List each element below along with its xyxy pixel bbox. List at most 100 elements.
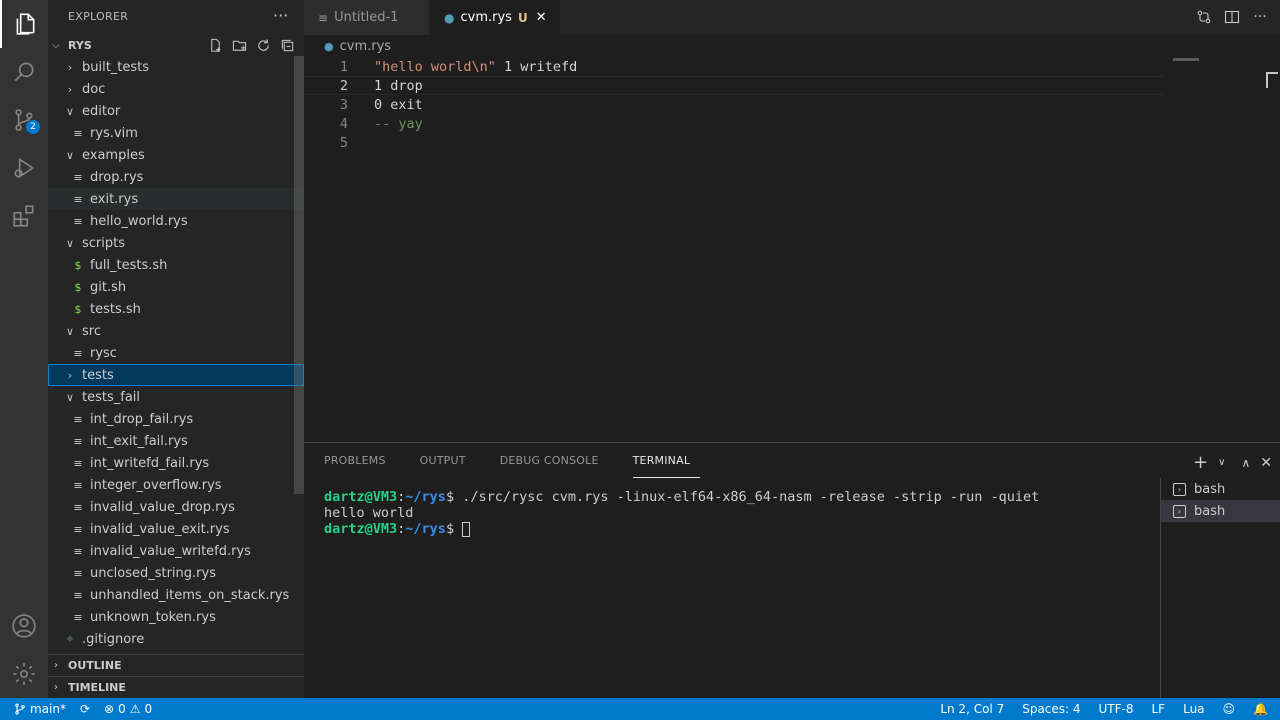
tree-file[interactable]: ≡ unknown_token.rys — [48, 606, 304, 628]
tree-file[interactable]: ≡ hello_world.rys — [48, 210, 304, 232]
tab-debug-console[interactable]: DEBUG CONSOLE — [500, 443, 609, 478]
minimap[interactable] — [1173, 58, 1199, 61]
code-line[interactable]: 1 "hello world\n" 1 writefd — [304, 57, 1164, 76]
tab-terminal[interactable]: TERMINAL — [632, 443, 701, 478]
tree-file[interactable]: ≡ exit.rys — [48, 188, 304, 210]
tree-file[interactable]: ≡ int_writefd_fail.rys — [48, 452, 304, 474]
error-icon: ⊗ — [104, 702, 115, 716]
code-line[interactable]: 3 0 exit — [304, 95, 1164, 114]
tree-file[interactable]: ≡ invalid_value_writefd.rys — [48, 540, 304, 562]
tree-file[interactable]: $ full_tests.sh — [48, 254, 304, 276]
tab-cvm[interactable]: ● cvm.rys U ✕ — [430, 0, 560, 35]
branch-status[interactable]: main* — [14, 702, 66, 716]
tree-file[interactable]: ≡ rys.vim — [48, 122, 304, 144]
more-actions-icon[interactable]: ··· — [1252, 9, 1268, 25]
editor-scrollbar[interactable] — [1266, 72, 1278, 88]
shell-file-icon: $ — [74, 258, 82, 272]
new-terminal-icon[interactable]: + — [1193, 452, 1208, 473]
code-line[interactable]: 5 — [304, 133, 1164, 152]
tree-file[interactable]: ≡ integer_overflow.rys — [48, 474, 304, 496]
file-lines-icon: ≡ — [73, 346, 83, 360]
sync-icon[interactable]: ⟳ — [80, 702, 90, 716]
refresh-icon[interactable] — [255, 37, 272, 54]
feedback-icon[interactable]: ☺ — [1223, 702, 1236, 716]
tree-folder[interactable]: ∨ tests_fail — [48, 386, 304, 408]
code-line[interactable]: 2 1 drop — [304, 76, 1164, 95]
tree-folder[interactable]: › built_tests — [48, 56, 304, 78]
tree-file[interactable]: ≡ invalid_value_drop.rys — [48, 496, 304, 518]
tree-file[interactable]: ≡ unclosed_string.rys — [48, 562, 304, 584]
tree-file[interactable]: ≡ invalid_value_exit.rys — [48, 518, 304, 540]
tree-file[interactable]: ≡ unhandled_items_on_stack.rys — [48, 584, 304, 606]
language-mode[interactable]: Lua — [1183, 702, 1204, 716]
cursor-position[interactable]: Ln 2, Col 7 — [940, 702, 1004, 716]
tab-output[interactable]: OUTPUT — [420, 443, 476, 478]
source-control-badge: 2 — [26, 120, 40, 134]
tree-folder[interactable]: › tests — [48, 364, 304, 386]
shell-file-icon: $ — [74, 302, 82, 316]
sidebar-scrollbar[interactable] — [294, 56, 304, 494]
terminal-list: › bash › bash — [1160, 478, 1280, 699]
bell-icon[interactable]: 🔔 — [1253, 702, 1268, 716]
tree-folder[interactable]: ∨ examples — [48, 144, 304, 166]
timeline-section[interactable]: › TIMELINE — [48, 676, 304, 698]
tab-untitled[interactable]: ≡ Untitled-1 — [304, 0, 429, 35]
tree-item-label: unclosed_string.rys — [90, 565, 216, 581]
tree-item-label: examples — [82, 147, 145, 163]
compare-changes-icon[interactable] — [1196, 9, 1212, 25]
problems-status[interactable]: ⊗ 0 ⚠ 0 — [104, 702, 152, 716]
source-control-icon[interactable] — [0, 96, 48, 144]
tree-file[interactable]: $ tests.sh — [48, 298, 304, 320]
tree-file[interactable]: ≡ int_exit_fail.rys — [48, 430, 304, 452]
maximize-panel-icon[interactable]: ∧ — [1241, 456, 1250, 470]
chevron-down-icon[interactable]: ∨ — [1218, 457, 1225, 468]
split-editor-icon[interactable] — [1224, 9, 1240, 25]
workspace-root[interactable]: ⌵ RYS — [48, 34, 304, 56]
line-number: 2 — [339, 77, 348, 94]
outline-section[interactable]: › OUTLINE — [48, 654, 304, 676]
account-icon[interactable] — [0, 602, 48, 650]
tree-item-label: rys.vim — [90, 125, 138, 141]
branch-name: main* — [30, 702, 66, 716]
run-debug-icon[interactable] — [0, 144, 48, 192]
tree-folder[interactable]: ∨ editor — [48, 100, 304, 122]
code-line[interactable]: 4 -- yay — [304, 114, 1164, 133]
file-lines-icon: ≡ — [73, 434, 83, 448]
terminal-item[interactable]: › bash — [1161, 500, 1280, 522]
terminal-icon: › — [1173, 504, 1186, 518]
warning-icon: ⚠ — [129, 702, 141, 716]
more-actions-icon[interactable]: ··· — [273, 6, 288, 25]
breadcrumb-file[interactable]: cvm.rys — [340, 39, 391, 54]
file-lines-icon: ≡ — [73, 566, 83, 580]
explorer-icon[interactable] — [0, 0, 48, 48]
code-editor[interactable]: 1 "hello world\n" 1 writefd 2 1 drop 3 0 exit… — [304, 56, 1280, 442]
encoding[interactable]: UTF-8 — [1099, 702, 1134, 716]
tree-file[interactable]: ◆ .gitignore — [48, 628, 304, 650]
tab-problems[interactable]: PROBLEMS — [324, 443, 396, 478]
tree-item-label: unknown_token.rys — [90, 609, 216, 625]
tree-item-label: exit.rys — [90, 191, 139, 207]
close-icon[interactable]: ✕ — [1260, 455, 1272, 471]
chevron-right-icon: › — [67, 60, 73, 74]
line-ending[interactable]: LF — [1152, 702, 1166, 716]
search-icon[interactable] — [0, 48, 48, 96]
tree-file[interactable]: ≡ drop.rys — [48, 166, 304, 188]
collapse-all-icon[interactable] — [279, 37, 296, 54]
close-icon[interactable]: ✕ — [536, 10, 547, 25]
tree-file[interactable]: ≡ int_drop_fail.rys — [48, 408, 304, 430]
extensions-icon[interactable] — [0, 192, 48, 240]
tree-file[interactable]: ≡ rysc — [48, 342, 304, 364]
new-file-icon[interactable] — [207, 37, 224, 54]
file-lines-icon: ≡ — [318, 10, 329, 25]
tree-folder[interactable]: ∨ scripts — [48, 232, 304, 254]
file-lines-icon: ≡ — [73, 478, 83, 492]
tree-file[interactable]: $ git.sh — [48, 276, 304, 298]
tree-folder[interactable]: ∨ src — [48, 320, 304, 342]
terminal-item[interactable]: › bash — [1161, 478, 1280, 500]
new-folder-icon[interactable] — [231, 37, 248, 54]
terminal-output[interactable]: dartz@VM3:~/rys$ ./src/rysc cvm.rys -lin… — [324, 489, 1039, 537]
tree-folder[interactable]: › doc — [48, 78, 304, 100]
breadcrumb[interactable]: ● cvm.rys — [324, 36, 391, 56]
gear-icon[interactable] — [0, 650, 48, 698]
indentation[interactable]: Spaces: 4 — [1022, 702, 1080, 716]
